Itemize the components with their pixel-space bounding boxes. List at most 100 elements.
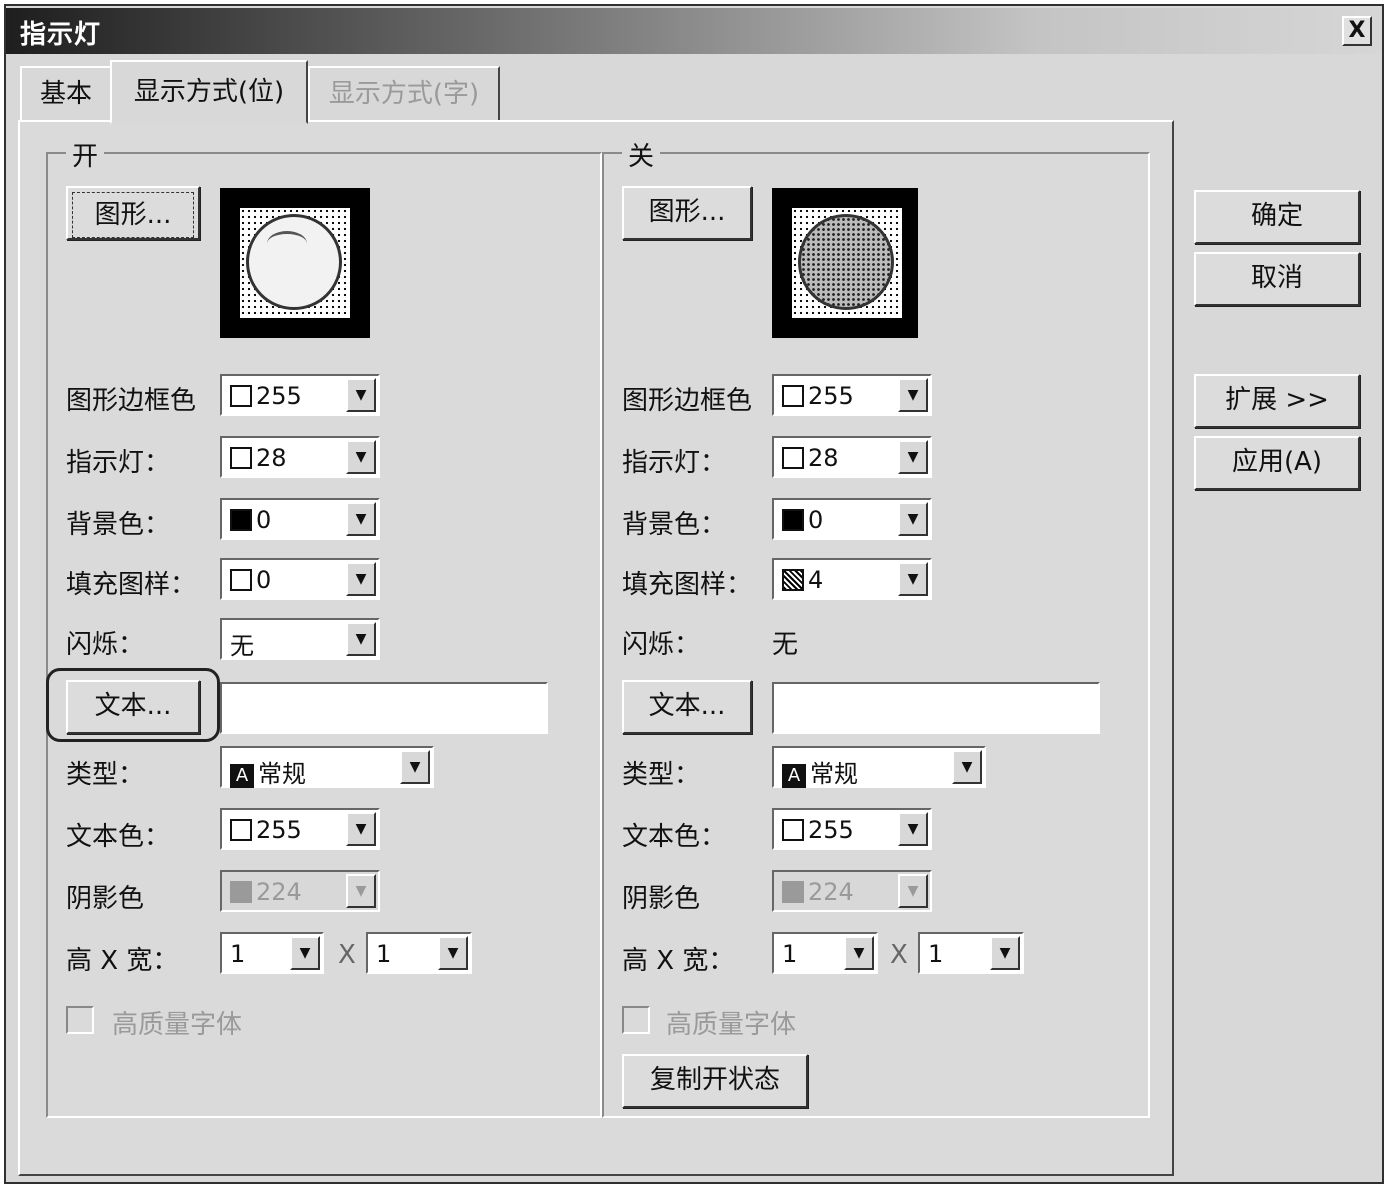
on-blink-select[interactable]: 无 ▼ [220, 618, 380, 660]
on-border-color-select[interactable]: 255 ▼ [220, 374, 380, 416]
on-hq-font-label: 高质量字体 [112, 1010, 243, 1040]
font-icon: A [782, 764, 806, 788]
on-width-select[interactable]: 1 ▼ [366, 932, 472, 974]
on-indicator-lamp-icon [246, 214, 342, 310]
chevron-down-icon[interactable]: ▼ [346, 562, 376, 596]
off-indicator-color-select[interactable]: 28 ▼ [772, 436, 932, 478]
cancel-button[interactable]: 取消 [1194, 252, 1360, 306]
close-button[interactable]: X [1342, 16, 1372, 46]
white-swatch-icon [230, 385, 252, 407]
chevron-down-icon[interactable]: ▼ [898, 440, 928, 474]
chevron-down-icon[interactable]: ▼ [898, 502, 928, 536]
on-type-label: 类型： [66, 760, 145, 790]
off-background-color-select[interactable]: 0 ▼ [772, 498, 932, 540]
chevron-down-icon[interactable]: ▼ [952, 750, 982, 784]
off-size-label: 高 X 宽： [622, 946, 735, 976]
apply-button[interactable]: 应用(A) [1194, 436, 1360, 490]
off-dot-pattern [792, 208, 902, 318]
chevron-down-icon[interactable]: ▼ [400, 750, 430, 784]
tab-display-word: 显示方式(字) [308, 66, 500, 122]
on-times-sign: X [338, 940, 356, 970]
on-indicator-color-select[interactable]: 28 ▼ [220, 436, 380, 478]
chevron-down-icon[interactable]: ▼ [346, 378, 376, 412]
chevron-down-icon[interactable]: ▼ [898, 562, 928, 596]
on-background-label: 背景色： [66, 510, 171, 540]
off-blink-value: 无 [772, 630, 799, 660]
on-indicator-label: 指示灯： [66, 448, 171, 478]
off-graphic-button[interactable]: 图形... [622, 186, 752, 240]
hatch-pattern-icon [782, 569, 804, 591]
white-swatch-icon [782, 385, 804, 407]
chevron-down-icon[interactable]: ▼ [346, 622, 376, 656]
on-border-color-label: 图形边框色 [66, 386, 197, 416]
chevron-down-icon[interactable]: ▼ [346, 440, 376, 474]
title-bar: 指示灯 X [6, 8, 1382, 54]
off-text-button[interactable]: 文本... [622, 680, 752, 734]
gray-swatch-icon [782, 881, 804, 903]
off-hq-font-label: 高质量字体 [666, 1010, 797, 1040]
chevron-down-icon[interactable]: ▼ [346, 812, 376, 846]
chevron-down-icon[interactable]: ▼ [438, 936, 468, 970]
on-hq-font-checkbox [66, 1006, 94, 1034]
off-blink-label: 闪烁： [622, 630, 701, 660]
on-height-select[interactable]: 1 ▼ [220, 932, 324, 974]
off-width-select[interactable]: 1 ▼ [918, 932, 1024, 974]
off-fill-pattern-label: 填充图样： [622, 570, 753, 600]
off-indicator-lamp-icon [798, 214, 894, 310]
font-icon: A [230, 764, 254, 788]
on-fill-pattern-select[interactable]: 0 ▼ [220, 558, 380, 600]
white-swatch-icon [230, 819, 252, 841]
on-shadow-color-select: 224 ▼ [220, 870, 380, 912]
off-shadow-color-select: 224 ▼ [772, 870, 932, 912]
on-graphic-button[interactable]: 图形... [66, 186, 200, 240]
chevron-down-icon: ▼ [346, 874, 376, 908]
off-times-sign: X [890, 940, 908, 970]
on-dot-pattern [240, 208, 350, 318]
black-swatch-icon [782, 509, 804, 531]
tab-basic[interactable]: 基本 [20, 66, 112, 122]
off-text-color-select[interactable]: 255 ▼ [772, 808, 932, 850]
on-graphic-preview [220, 188, 370, 338]
chevron-down-icon[interactable]: ▼ [990, 936, 1020, 970]
white-swatch-icon [230, 447, 252, 469]
on-fill-pattern-label: 填充图样： [66, 570, 197, 600]
off-hq-font-checkbox [622, 1006, 650, 1034]
off-indicator-label: 指示灯： [622, 448, 727, 478]
off-fill-pattern-select[interactable]: 4 ▼ [772, 558, 932, 600]
off-border-color-select[interactable]: 255 ▼ [772, 374, 932, 416]
empty-pattern-icon [230, 569, 252, 591]
expand-button[interactable]: 扩展 >> [1194, 374, 1360, 428]
on-text-input[interactable] [220, 682, 548, 734]
window-title: 指示灯 [20, 20, 102, 50]
off-height-select[interactable]: 1 ▼ [772, 932, 878, 974]
on-blink-label: 闪烁： [66, 630, 145, 660]
ok-button[interactable]: 确定 [1194, 190, 1360, 244]
on-font-type-select[interactable]: A 常规 ▼ [220, 746, 434, 788]
black-swatch-icon [230, 509, 252, 531]
chevron-down-icon[interactable]: ▼ [898, 378, 928, 412]
gray-swatch-icon [230, 881, 252, 903]
off-type-label: 类型： [622, 760, 701, 790]
off-text-color-label: 文本色： [622, 822, 727, 852]
tab-display-bit[interactable]: 显示方式(位) [110, 60, 308, 124]
on-text-button[interactable]: 文本... [66, 680, 200, 734]
off-border-color-label: 图形边框色 [622, 386, 753, 416]
chevron-down-icon[interactable]: ▼ [346, 502, 376, 536]
chevron-down-icon[interactable]: ▼ [844, 936, 874, 970]
on-text-color-select[interactable]: 255 ▼ [220, 808, 380, 850]
copy-on-state-button[interactable]: 复制开状态 [622, 1054, 808, 1108]
off-shadow-color-label: 阴影色 [622, 884, 701, 914]
off-text-input[interactable] [772, 682, 1100, 734]
on-shadow-color-label: 阴影色 [66, 884, 145, 914]
white-swatch-icon [782, 447, 804, 469]
on-background-color-select[interactable]: 0 ▼ [220, 498, 380, 540]
chevron-down-icon: ▼ [898, 874, 928, 908]
on-text-color-label: 文本色： [66, 822, 171, 852]
white-swatch-icon [782, 819, 804, 841]
off-legend: 关 [622, 136, 661, 173]
off-background-label: 背景色： [622, 510, 727, 540]
off-font-type-select[interactable]: A 常规 ▼ [772, 746, 986, 788]
chevron-down-icon[interactable]: ▼ [898, 812, 928, 846]
off-graphic-preview [772, 188, 918, 338]
chevron-down-icon[interactable]: ▼ [290, 936, 320, 970]
